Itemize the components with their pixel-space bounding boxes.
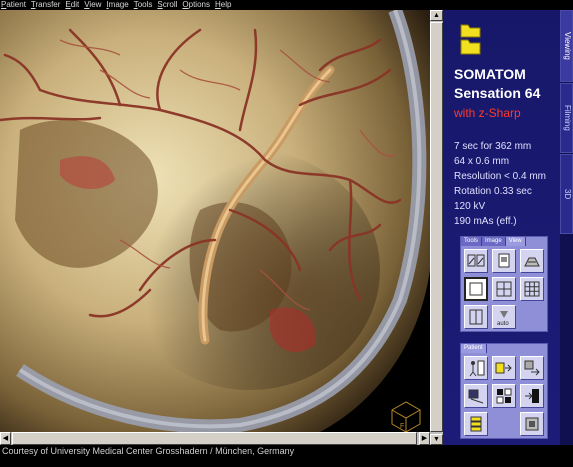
print-button[interactable] [520, 412, 544, 436]
control-panel: SOMATOM Sensation 64 with z-Sharp 7 sec … [443, 10, 573, 445]
page-icon [498, 253, 510, 268]
page-button[interactable] [492, 249, 516, 273]
patient-browser-button[interactable] [464, 356, 488, 380]
patient-icon [469, 360, 485, 377]
product-model: Sensation 64 [454, 85, 541, 101]
tab-viewing[interactable]: Viewing [560, 10, 573, 82]
side-tabs: Viewing Filming 3D [560, 10, 573, 445]
menu-scroll[interactable]: Scroll [156, 0, 181, 10]
send-icon [468, 389, 484, 404]
horizontal-scroll-thumb[interactable] [12, 432, 417, 445]
menu-transfer[interactable]: Transfer [30, 0, 65, 10]
menu-edit[interactable]: Edit [64, 0, 83, 10]
svg-text:F: F [400, 423, 404, 430]
print-icon [525, 417, 539, 431]
tab-filming[interactable]: Filming [560, 83, 573, 153]
grid-3x3-icon [524, 281, 540, 297]
auto-icon: auto [497, 311, 509, 326]
export-icon [525, 389, 539, 403]
3d-view-button[interactable] [520, 249, 544, 273]
horizontal-scrollbar[interactable]: ◀ ▶ [0, 432, 430, 445]
scroll-up-arrow-icon[interactable]: ▲ [430, 10, 443, 21]
spec-slices: 64 x 0.6 mm [454, 156, 510, 167]
tools-tabs: Tools Image View [461, 237, 526, 246]
3d-volume-icon [524, 257, 540, 267]
folder-icon[interactable] [460, 22, 482, 56]
series-icon [496, 388, 512, 404]
spec-voltage: 120 kV [454, 201, 486, 212]
load-images-button[interactable] [492, 356, 516, 380]
tab-view[interactable]: View [505, 237, 526, 246]
transfer-icon [524, 360, 540, 376]
panel-main: SOMATOM Sensation 64 with z-Sharp 7 sec … [443, 10, 560, 445]
send-button[interactable] [464, 384, 488, 408]
footer-credit: Courtesy of University Medical Center Gr… [0, 445, 573, 467]
patient-tabs: Patient [461, 344, 487, 353]
auto-label: auto [497, 321, 509, 326]
image-viewport[interactable]: F [0, 10, 430, 445]
menu-bar: Patient Transfer Edit View Image Tools S… [0, 0, 573, 10]
tab-tools[interactable]: Tools [461, 237, 483, 246]
layout-compare-button[interactable] [464, 249, 488, 273]
volume-rendering-image: F [0, 10, 430, 432]
layout-2x2-button[interactable] [492, 277, 516, 301]
spec-resolution: Resolution < 0.4 mm [454, 171, 546, 182]
product-name: SOMATOM [454, 66, 526, 82]
menu-image[interactable]: Image [105, 0, 132, 10]
menu-help[interactable]: Help [214, 0, 235, 10]
menu-options[interactable]: Options [181, 0, 214, 10]
load-icon [495, 362, 512, 374]
layout-1x2-button[interactable] [464, 305, 488, 329]
menu-tools[interactable]: Tools [133, 0, 157, 10]
scroll-right-arrow-icon[interactable]: ▶ [419, 432, 430, 445]
auto-button[interactable]: auto [492, 305, 516, 329]
spec-mas: 190 mAs (eff.) [454, 216, 517, 227]
series-layout-button[interactable] [492, 384, 516, 408]
compare-icon [467, 254, 485, 267]
layout-3x3-button[interactable] [520, 277, 544, 301]
menu-patient[interactable]: Patient [0, 0, 30, 10]
archive-icon [470, 416, 482, 432]
scroll-down-arrow-icon[interactable]: ▼ [430, 434, 443, 445]
tab-patient[interactable]: Patient [461, 344, 487, 353]
spec-scan-time: 7 sec for 362 mm [454, 141, 532, 152]
transfer-button[interactable] [520, 356, 544, 380]
archive-button[interactable] [464, 412, 488, 436]
spec-rotation: Rotation 0.33 sec [454, 186, 532, 197]
tab-3d[interactable]: 3D [560, 154, 573, 234]
patient-box: Patient [460, 343, 548, 439]
product-feature: with z-Sharp [454, 106, 521, 120]
menu-view[interactable]: View [83, 0, 105, 10]
grid-2x2-icon [496, 281, 512, 297]
layout-1x1-button[interactable] [464, 277, 488, 301]
export-button[interactable] [520, 384, 544, 408]
scroll-left-arrow-icon[interactable]: ◀ [0, 432, 11, 445]
split-layout-icon [469, 309, 483, 325]
vertical-scrollbar[interactable]: ▲ ▼ [430, 10, 443, 445]
tab-image[interactable]: Image [482, 237, 506, 246]
single-layout-icon [469, 282, 483, 296]
vertical-scroll-thumb[interactable] [430, 22, 443, 432]
tools-box: Tools Image View auto [460, 236, 548, 332]
